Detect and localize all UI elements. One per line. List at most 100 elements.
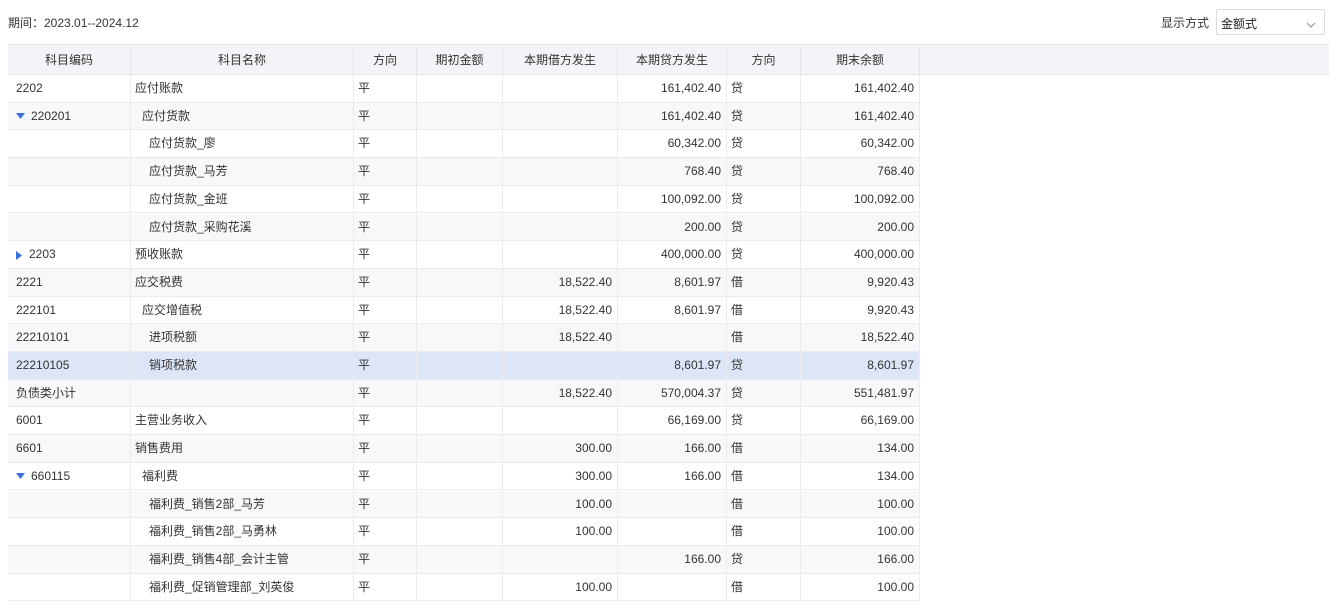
table-row[interactable]: 应付货款_廖 平 60,342.00 贷 60,342.00 <box>8 130 920 159</box>
cell-text: 平 <box>358 274 371 289</box>
table-row[interactable]: 6601 销售费用 平 300.00 166.00 借 134.00 <box>8 435 920 463</box>
cell-text: 8,601.97 <box>674 358 721 372</box>
cell-text: 应付货款_采购花溪 <box>149 219 252 234</box>
cell-credit: 161,402.40 <box>618 75 727 102</box>
table-row[interactable]: 福利费_销售4部_会计主管 平 166.00 贷 166.00 <box>8 545 920 574</box>
column-opening-header[interactable]: 期初金额 <box>417 45 503 75</box>
cell-ending: 551,481.97 <box>801 379 920 407</box>
cell-dir2: 贷 <box>727 241 801 269</box>
cell-text: 平 <box>358 191 371 206</box>
cell-code <box>8 545 131 573</box>
cell-dir: 平 <box>354 462 417 490</box>
cell-text: 100.00 <box>575 579 612 594</box>
expand-down-icon[interactable] <box>16 473 25 480</box>
cell-dir2: 借 <box>727 324 801 352</box>
cell-dir: 平 <box>354 573 417 601</box>
cell-ending: 60,342.00 <box>801 130 920 158</box>
table-row[interactable]: 应付货款_金班 平 100,092.00 贷 100,092.00 <box>8 185 920 214</box>
table-row[interactable]: 2202 应付账款 平 161,402.40 贷 161,402.40 <box>8 75 920 103</box>
table-row[interactable]: 应付货款_马芳 平 768.40 贷 768.40 <box>8 158 920 186</box>
cell-text: 166.00 <box>684 441 721 456</box>
cell-text: 166.00 <box>877 551 914 566</box>
cell-dir: 平 <box>354 435 417 463</box>
cell-ending: 100,092.00 <box>801 185 920 213</box>
cell-text: 134.00 <box>877 441 914 456</box>
cell-opening <box>417 268 503 296</box>
cell-text: 借 <box>731 524 744 539</box>
cell-text: 400,000.00 <box>660 247 721 262</box>
cell-text: 贷 <box>731 247 744 262</box>
table-row[interactable]: 福利费_销售2部_马勇林 平 100.00 借 100.00 <box>8 518 920 546</box>
cell-text: 借 <box>731 496 744 511</box>
table-row[interactable]: 222101 应交增值税 平 18,522.40 8,601.97 借 9,920.43 <box>8 296 920 325</box>
cell-name: 应付货款_廖 <box>131 130 354 158</box>
cell-opening <box>417 324 503 352</box>
table-row[interactable]: 22210101 进项税额 平 18,522.40 借 18,522.40 <box>8 324 920 352</box>
cell-text: 18,522.40 <box>860 330 914 345</box>
cell-text: 平 <box>358 551 371 566</box>
cell-text: 贷 <box>731 191 744 206</box>
table-row[interactable]: 应付货款_采购花溪 平 200.00 贷 200.00 <box>8 213 920 242</box>
cell-text: 6001 <box>16 413 43 428</box>
cell-text: 销售费用 <box>135 441 184 456</box>
table-row[interactable]: 6001 主营业务收入 平 66,169.00 贷 66,169.00 <box>8 407 920 436</box>
expand-down-icon[interactable] <box>16 113 25 120</box>
cell-dir2: 借 <box>727 490 801 518</box>
cell-ending: 166.00 <box>801 545 920 573</box>
cell-dir: 平 <box>354 75 417 102</box>
table-row[interactable]: 220201 应付货款 平 161,402.40 贷 161,402.40 <box>8 102 920 131</box>
cell-text: 100.00 <box>877 524 914 539</box>
cell-text: 768.40 <box>877 164 914 179</box>
cell-dir2: 借 <box>727 296 801 324</box>
display-mode-select[interactable]: 金额式 <box>1216 9 1325 35</box>
expand-right-icon[interactable] <box>16 250 23 260</box>
column-direction2-header[interactable]: 方向 <box>727 45 801 75</box>
cell-text: 福利费_促销管理部_刘英俊 <box>149 579 295 594</box>
cell-text: 平 <box>358 219 371 234</box>
column-name-header[interactable]: 科目名称 <box>131 45 354 75</box>
cell-credit <box>618 518 727 546</box>
column-credit-header[interactable]: 本期贷方发生 <box>618 45 727 75</box>
cell-name <box>131 379 354 407</box>
cell-name: 销项税款 <box>131 352 354 379</box>
cell-text: 2221 <box>16 274 43 289</box>
cell-code <box>8 130 131 158</box>
cell-debit: 18,522.40 <box>503 296 618 324</box>
table-row[interactable]: 福利费_促销管理部_刘英俊 平 100.00 借 100.00 <box>8 573 920 602</box>
cell-text: 200.00 <box>877 219 914 234</box>
cell-credit: 166.00 <box>618 545 727 573</box>
cell-code: 6601 <box>8 435 131 463</box>
cell-opening <box>417 518 503 546</box>
cell-text: 220201 <box>31 108 72 123</box>
table-row[interactable]: 660115 福利费 平 300.00 166.00 借 134.00 <box>8 462 920 491</box>
cell-ending: 100.00 <box>801 490 920 518</box>
cell-debit: 300.00 <box>503 435 618 463</box>
cell-text: 6601 <box>16 441 43 456</box>
cell-text: 借 <box>731 302 744 317</box>
cell-text: 100,092.00 <box>853 191 914 206</box>
table-row[interactable]: 22210105 销项税款 平 8,601.97 贷 8,601.97 <box>8 352 920 380</box>
cell-opening <box>417 573 503 601</box>
table-row[interactable]: 负债类小计 平 18,522.40 570,004.37 贷 551,481.97 <box>8 379 920 408</box>
column-ending-header[interactable]: 期末余额 <box>801 45 920 75</box>
cell-text: 66,169.00 <box>667 413 721 428</box>
column-direction-header[interactable]: 方向 <box>354 45 417 75</box>
table-row[interactable]: 福利费_销售2部_马芳 平 100.00 借 100.00 <box>8 490 920 519</box>
cell-text: 贷 <box>731 164 744 179</box>
cell-ending: 134.00 <box>801 462 920 490</box>
cell-text: 8,601.97 <box>674 274 721 289</box>
column-debit-header[interactable]: 本期借方发生 <box>503 45 618 75</box>
cell-text: 66,169.00 <box>860 413 914 428</box>
cell-ending: 100.00 <box>801 518 920 546</box>
column-code-header[interactable]: 科目编码 <box>8 45 131 75</box>
table-row[interactable]: 2221 应交税费 平 18,522.40 8,601.97 借 9,920.43 <box>8 268 920 297</box>
cell-text: 平 <box>358 385 371 400</box>
cell-debit <box>503 75 618 102</box>
cell-text: 应付货款_金班 <box>149 191 228 206</box>
cell-dir2: 借 <box>727 462 801 490</box>
table-row[interactable]: 2203 预收账款 平 400,000.00 贷 400,000.00 <box>8 241 920 269</box>
cell-credit: 8,601.97 <box>618 296 727 324</box>
cell-ending: 161,402.40 <box>801 102 920 130</box>
cell-ending: 400,000.00 <box>801 241 920 269</box>
cell-text: 100.00 <box>877 579 914 594</box>
